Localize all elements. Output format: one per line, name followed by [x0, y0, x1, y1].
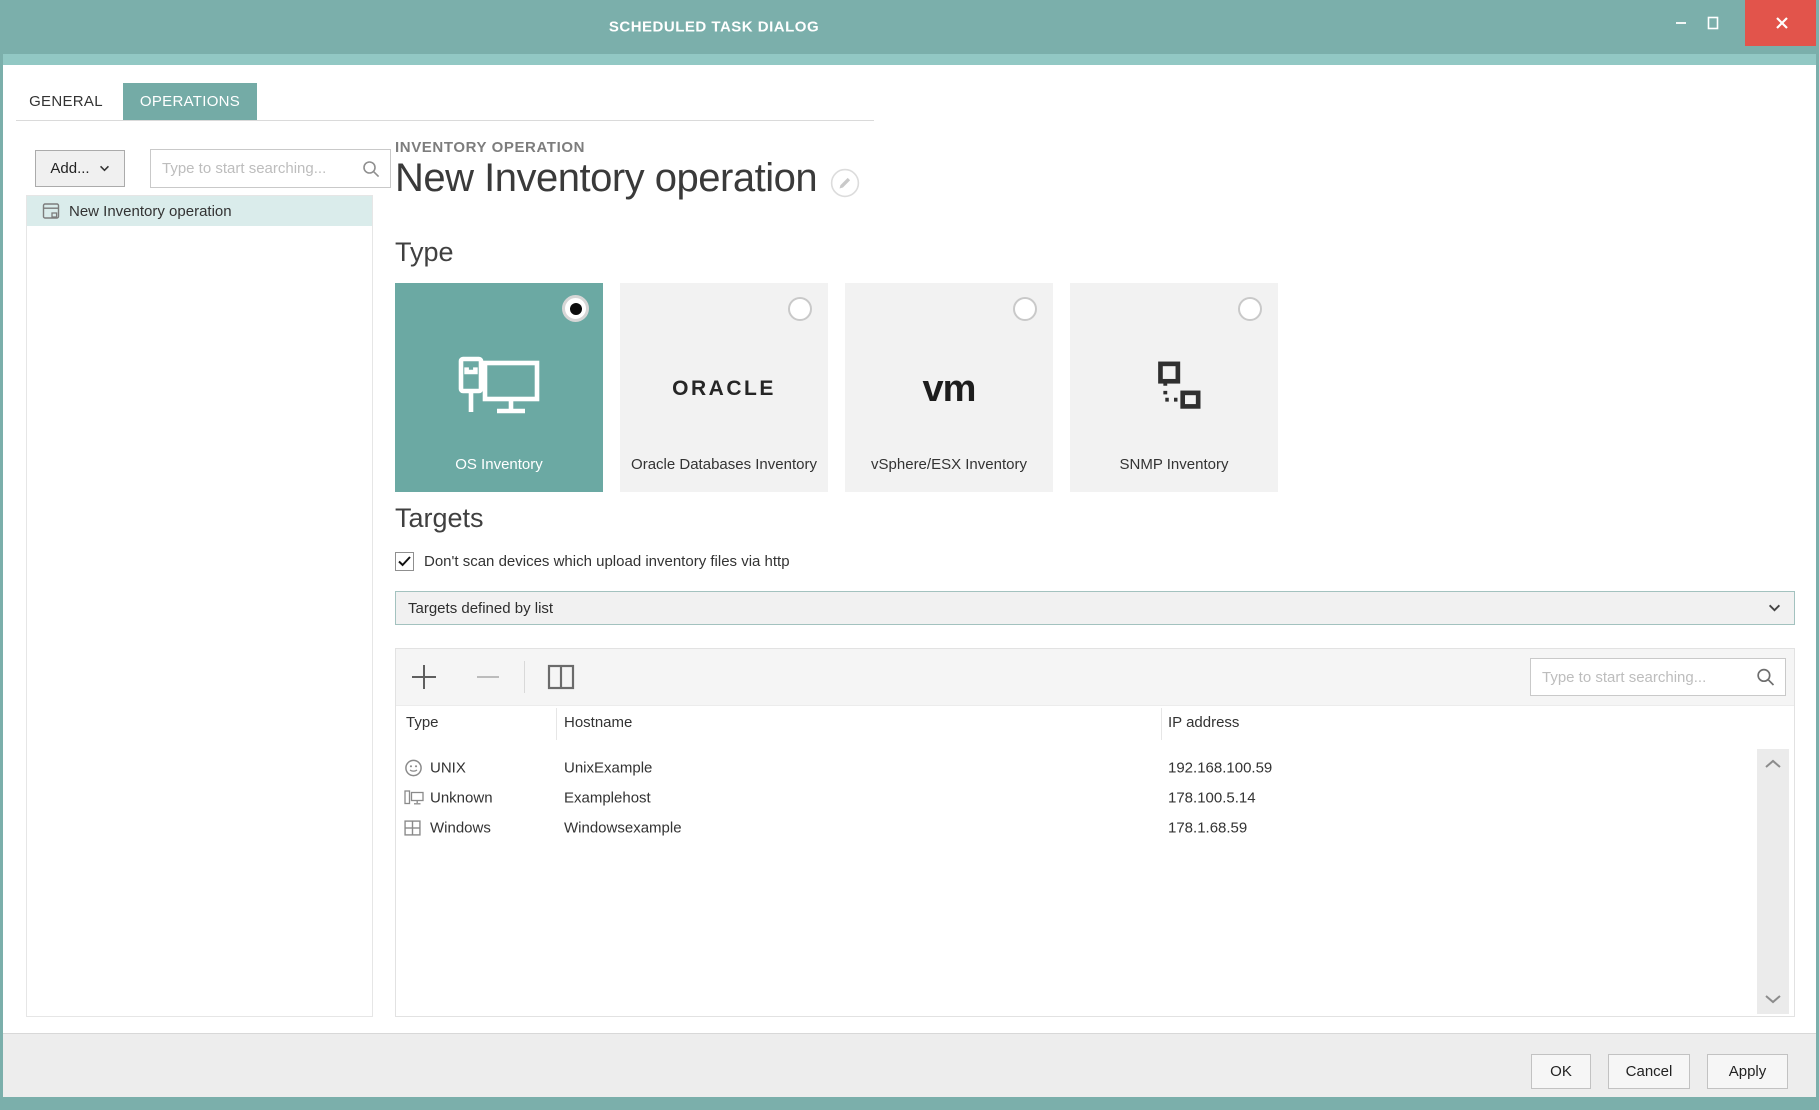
radio-unselected-icon[interactable] — [788, 297, 812, 321]
column-header-hostname[interactable]: Hostname — [564, 714, 632, 731]
column-header-type[interactable]: Type — [406, 714, 439, 731]
windows-icon — [404, 820, 421, 836]
page-title: New Inventory operation — [395, 156, 818, 200]
column-chooser-icon — [547, 664, 575, 690]
scheduled-task-dialog: SCHEDULED TASK DIALOG GENERAL OPERATIONS… — [0, 0, 1819, 1110]
radio-selected-icon[interactable] — [562, 295, 589, 322]
window-left-border — [0, 0, 3, 1110]
oracle-logo: ORACLE — [672, 377, 776, 400]
dialog-footer: OK Cancel Apply — [0, 1033, 1819, 1097]
tab-operations-label: OPERATIONS — [139, 93, 241, 110]
search-icon — [361, 159, 381, 179]
table-row[interactable]: UNIX UnixExample 192.168.100.59 — [396, 753, 1794, 783]
scroll-up-button[interactable] — [1757, 751, 1789, 777]
type-heading: Type — [395, 237, 454, 267]
minimize-button[interactable] — [1666, 0, 1696, 46]
checkmark-icon — [398, 556, 411, 567]
type-option-oracle-databases-inventory[interactable]: ORACLE Oracle Databases Inventory — [620, 283, 828, 492]
vmware-logo: vm — [922, 367, 977, 410]
table-search-input[interactable] — [1531, 659, 1785, 695]
tree-item-new-inventory-operation[interactable]: New Inventory operation — [27, 196, 372, 226]
targets-table: Type Hostname IP address UNIX UnixExampl… — [395, 648, 1795, 1017]
dont-scan-http-label: Don't scan devices which upload inventor… — [424, 553, 790, 570]
column-header-ip-address[interactable]: IP address — [1168, 714, 1239, 731]
chevron-down-icon — [1768, 604, 1781, 613]
minimize-icon — [1676, 22, 1686, 24]
unix-icon — [404, 759, 423, 778]
maximize-icon — [1707, 16, 1719, 30]
targets-toolbar — [396, 649, 1794, 706]
sidebar-search-input[interactable] — [151, 150, 390, 187]
targets-mode-select[interactable]: Targets defined by list — [395, 591, 1795, 625]
titlebar-accent-strip — [0, 54, 1819, 65]
title-bar: SCHEDULED TASK DIALOG — [0, 0, 1819, 54]
edit-title-button[interactable] — [830, 168, 860, 198]
type-option-snmp-inventory[interactable]: SNMP Inventory — [1070, 283, 1278, 492]
card-label: OS Inventory — [455, 456, 543, 473]
card-label: vSphere/ESX Inventory — [871, 456, 1027, 473]
card-label: Oracle Databases Inventory — [631, 456, 817, 473]
add-button[interactable]: Add... — [35, 150, 125, 187]
cell-hostname: Examplehost — [564, 789, 651, 807]
minus-icon — [477, 676, 499, 678]
chevron-up-icon — [1765, 759, 1781, 768]
cell-hostname: UnixExample — [564, 759, 653, 777]
apply-button[interactable]: Apply — [1707, 1054, 1788, 1089]
targets-mode-value: Targets defined by list — [408, 599, 554, 617]
type-option-vsphere-esx-inventory[interactable]: vm vSphere/ESX Inventory — [845, 283, 1053, 492]
type-option-os-inventory[interactable]: OS Inventory — [395, 283, 603, 492]
cell-ip-address: 178.1.68.59 — [1168, 819, 1248, 837]
section-eyebrow: INVENTORY OPERATION — [395, 139, 586, 156]
search-icon — [1755, 667, 1776, 688]
cell-hostname: Windowsexample — [564, 819, 682, 837]
cell-ip-address: 178.100.5.14 — [1168, 789, 1256, 807]
inventory-task-icon — [42, 203, 60, 219]
table-search — [1530, 658, 1786, 696]
chevron-down-icon — [99, 165, 109, 172]
close-icon — [1776, 17, 1788, 29]
unknown-device-icon — [404, 790, 425, 807]
table-row[interactable]: Unknown Examplehost 178.100.5.14 — [396, 783, 1794, 813]
window-bottom-border — [0, 1097, 1819, 1110]
snmp-icon — [1158, 361, 1201, 409]
sidebar-search — [150, 149, 391, 188]
radio-unselected-icon[interactable] — [1013, 297, 1037, 321]
operations-tree-panel: New Inventory operation — [26, 195, 373, 1017]
tab-underline — [16, 120, 874, 121]
radio-unselected-icon[interactable] — [1238, 297, 1262, 321]
add-button-label: Add... — [50, 160, 90, 177]
table-header: Type Hostname IP address — [396, 706, 1794, 742]
cancel-button[interactable]: Cancel — [1608, 1054, 1690, 1089]
close-button[interactable] — [1745, 0, 1819, 46]
pencil-icon — [830, 168, 860, 197]
column-divider — [556, 708, 557, 740]
card-label: SNMP Inventory — [1119, 456, 1229, 473]
cell-type: Unknown — [430, 789, 493, 807]
tab-general[interactable]: GENERAL — [16, 83, 116, 120]
plus-icon — [412, 665, 436, 689]
tab-general-label: GENERAL — [29, 93, 103, 110]
toolbar-separator — [524, 661, 525, 693]
column-divider — [1161, 708, 1162, 740]
os-inventory-icon — [458, 356, 540, 414]
maximize-button[interactable] — [1698, 0, 1728, 46]
tab-operations[interactable]: OPERATIONS — [123, 83, 257, 120]
tree-item-label: New Inventory operation — [69, 202, 232, 220]
column-chooser-button[interactable] — [541, 657, 581, 697]
targets-heading: Targets — [395, 503, 484, 533]
ok-button[interactable]: OK — [1531, 1054, 1591, 1089]
chevron-down-icon — [1765, 995, 1781, 1004]
table-row[interactable]: Windows Windowsexample 178.1.68.59 — [396, 813, 1794, 843]
dont-scan-http-checkbox[interactable] — [395, 552, 414, 571]
add-target-button[interactable] — [404, 657, 444, 697]
window-title: SCHEDULED TASK DIALOG — [608, 18, 820, 36]
cell-type: Windows — [430, 819, 491, 837]
table-scrollbar[interactable] — [1757, 749, 1789, 1014]
cell-ip-address: 192.168.100.59 — [1168, 759, 1273, 777]
cell-type: UNIX — [430, 759, 466, 777]
remove-target-button[interactable] — [468, 657, 508, 697]
scroll-down-button[interactable] — [1757, 986, 1789, 1012]
